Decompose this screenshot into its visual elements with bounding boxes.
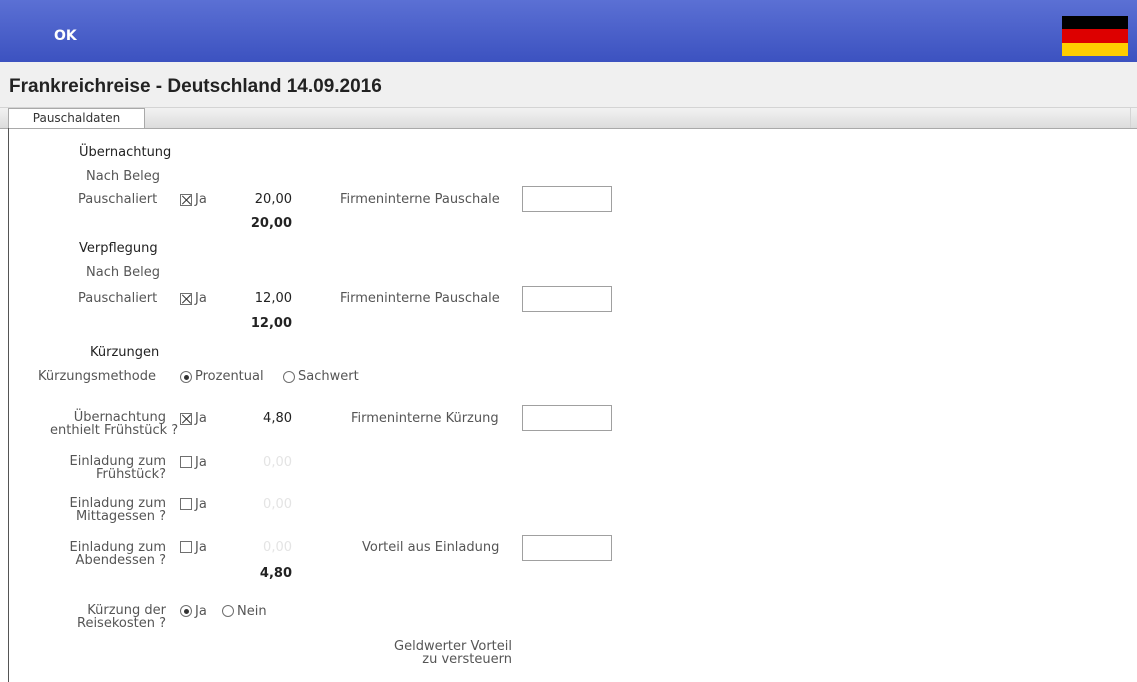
uebernachtung-nach-beleg-label: Nach Beleg: [86, 169, 160, 184]
verpflegung-pauschaliert-checkbox[interactable]: [180, 293, 192, 305]
verpflegung-firmenintern-label: Firmeninterne Pauschale: [340, 291, 500, 306]
kuerzungen-total: 4,80: [259, 566, 292, 581]
einladung-fruehstueck-checkbox-label: Ja: [195, 455, 207, 470]
uebernachtung-pauschaliert-checkbox[interactable]: [180, 194, 192, 206]
ok-button[interactable]: OK: [54, 28, 77, 44]
verpflegung-amount: 12,00: [254, 291, 292, 306]
page-title: Frankreichreise - Deutschland 14.09.2016: [9, 76, 382, 97]
germany-flag-icon[interactable]: [1062, 16, 1128, 56]
label-line: Reisekosten ?: [77, 616, 166, 631]
reisekosten-ja-radio[interactable]: [180, 605, 192, 617]
tab-strip: Pauschaldaten: [0, 108, 1137, 129]
einladung-fruehstueck-label: Einladung zum Frühstück?: [50, 455, 166, 481]
uebernachtung-total: 20,00: [250, 216, 292, 231]
verpflegung-pauschaliert-label: Pauschaliert: [78, 291, 158, 306]
tab-strip-divider: [1130, 108, 1131, 128]
kuerzungsmethode-label: Kürzungsmethode: [38, 369, 156, 384]
einladung-mittagessen-checkbox-label: Ja: [195, 497, 207, 512]
methode-prozentual-label: Prozentual: [195, 369, 264, 384]
einladung-fruehstueck-checkbox[interactable]: [180, 456, 192, 468]
vorteil-aus-einladung-label: Vorteil aus Einladung: [362, 540, 500, 555]
reisekosten-nein-label: Nein: [237, 604, 267, 619]
einladung-abendessen-label: Einladung zum Abendessen ?: [50, 541, 166, 567]
uebernachtung-pauschaliert-label: Pauschaliert: [78, 192, 158, 207]
title-bar: Frankreichreise - Deutschland 14.09.2016: [0, 62, 1137, 108]
methode-sachwert-label: Sachwert: [298, 369, 359, 384]
verpflegung-checkbox-label: Ja: [195, 291, 207, 306]
reisekosten-nein-radio[interactable]: [222, 605, 234, 617]
einladung-abendessen-amount: 0,00: [263, 540, 292, 555]
label-line: Frühstück?: [95, 467, 166, 482]
tab-pauschaldaten[interactable]: Pauschaldaten: [8, 108, 145, 128]
fruehstueck-enthalten-checkbox[interactable]: [180, 413, 192, 425]
firmeninterne-kuerzung-label: Firmeninterne Kürzung: [351, 411, 499, 426]
einladung-fruehstueck-amount: 0,00: [263, 455, 292, 470]
einladung-mittagessen-label: Einladung zum Mittagessen ?: [50, 497, 166, 523]
einladung-abendessen-checkbox-label: Ja: [195, 540, 207, 555]
verpflegung-nach-beleg-label: Nach Beleg: [86, 265, 160, 280]
flag-stripe-red: [1062, 29, 1128, 43]
label-line: enthielt Frühstück ?: [50, 423, 179, 438]
vorteil-aus-einladung-input[interactable]: [522, 535, 612, 561]
label-line: Abendessen ?: [75, 553, 166, 568]
fruehstueck-enthalten-amount: 4,80: [263, 411, 292, 426]
methode-prozentual-radio[interactable]: [180, 371, 192, 383]
einladung-mittagessen-checkbox[interactable]: [180, 498, 192, 510]
verpflegung-heading: Verpflegung: [79, 241, 158, 256]
label-line: zu versteuern: [422, 652, 512, 667]
top-toolbar: OK: [0, 0, 1137, 62]
einladung-abendessen-checkbox[interactable]: [180, 541, 192, 553]
uebernachtung-checkbox-label: Ja: [195, 192, 207, 207]
fruehstueck-enthalten-label: Übernachtung enthielt Frühstück ?: [50, 411, 178, 437]
verpflegung-firmenintern-input[interactable]: [522, 286, 612, 312]
flag-stripe-gold: [1062, 42, 1128, 56]
kuerzungen-heading: Kürzungen: [90, 345, 160, 360]
left-border: [8, 128, 9, 682]
uebernachtung-firmenintern-input[interactable]: [522, 186, 612, 212]
uebernachtung-amount: 20,00: [254, 192, 292, 207]
reisekosten-ja-label: Ja: [195, 604, 207, 619]
uebernachtung-firmenintern-label: Firmeninterne Pauschale: [340, 192, 500, 207]
verpflegung-total: 12,00: [250, 316, 292, 331]
kuerzung-reisekosten-label: Kürzung der Reisekosten ?: [50, 604, 166, 630]
flag-stripe-black: [1062, 16, 1128, 30]
einladung-mittagessen-amount: 0,00: [263, 497, 292, 512]
uebernachtung-heading: Übernachtung: [79, 145, 172, 160]
fruehstueck-enthalten-checkbox-label: Ja: [195, 411, 207, 426]
geldwerter-vorteil-label: Geldwerter Vorteil zu versteuern: [360, 640, 512, 666]
label-line: Mittagessen ?: [75, 509, 166, 524]
methode-sachwert-radio[interactable]: [283, 371, 295, 383]
firmeninterne-kuerzung-input[interactable]: [522, 405, 612, 431]
